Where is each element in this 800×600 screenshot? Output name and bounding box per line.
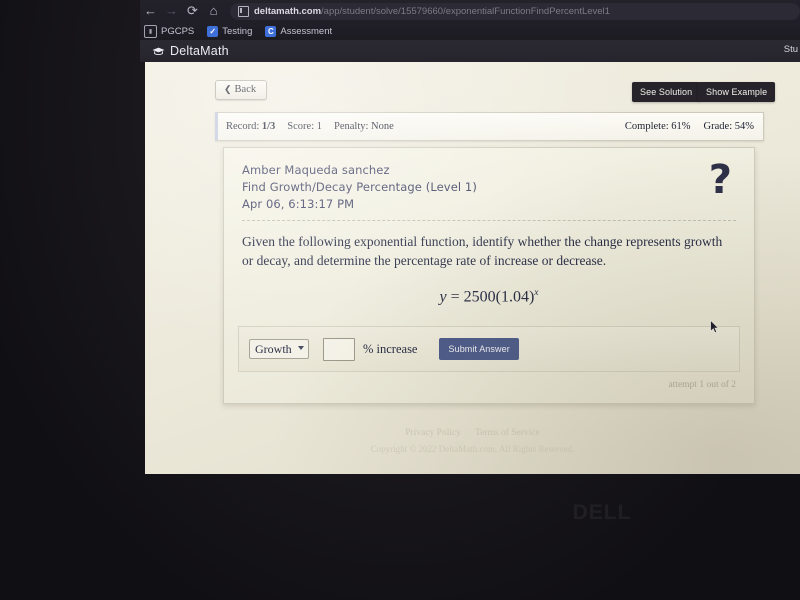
chevron-left-icon: ❮ (224, 84, 232, 94)
page-info-icon[interactable] (238, 5, 249, 17)
deltamath-logo[interactable]: DeltaMath (152, 44, 229, 58)
status-right-group: Complete: 61% Grade: 54% (625, 121, 754, 132)
url-text: deltamath.com/app/student/solve/15579660… (254, 6, 610, 17)
score-value: 1 (316, 121, 322, 132)
complete-label: Complete: (624, 121, 669, 132)
see-solution-button[interactable]: See Solution (632, 82, 701, 102)
bookmark-pgcps[interactable]: ▮ PGCPS (144, 24, 195, 38)
reload-icon[interactable]: ⟳ (182, 0, 203, 22)
student-menu[interactable]: Stu (784, 44, 798, 55)
assignment-title: Find Growth/Decay Percentage (Level 1) (242, 180, 477, 194)
forward-icon[interactable]: → (161, 0, 182, 22)
page-footer: Privacy Policy Terms of Service Copyrigh… (145, 428, 800, 454)
problem-meta: Amber Maqueda sanchez Find Growth/Decay … (242, 162, 477, 213)
penalty-label: Penalty: (334, 121, 369, 132)
web-page: ❮ Back See Solution Show Example Record: … (145, 62, 800, 474)
back-button-label: Back (234, 84, 257, 95)
brand-label: DeltaMath (170, 44, 229, 58)
equation-lhs: y (439, 288, 447, 306)
bookmark-label: Testing (222, 25, 253, 37)
answer-bar: GrowthDecay % increase Submit Answer (238, 326, 740, 372)
monitor-photo: DELL ← → ⟳ ⌂ deltamath.com/app/student/s… (0, 0, 800, 600)
equation-exponent: x (534, 288, 539, 298)
grade-label: Grade: (703, 121, 733, 132)
bookmarks-bar: ▮ PGCPS ✓ Testing C Assessment (144, 22, 332, 40)
percent-input[interactable] (323, 337, 355, 361)
problem-equation: y = 2500(1.04)x (224, 288, 754, 306)
score-label: Score: (287, 121, 315, 132)
privacy-policy-link[interactable]: Privacy Policy (405, 428, 461, 438)
copyright-text: Copyright © 2022 DeltaMath.com. All Righ… (370, 444, 575, 454)
equation-equals: = (450, 288, 460, 306)
growth-decay-wrapper: GrowthDecay (249, 339, 309, 359)
problem-prompt: Given the following exponential function… (242, 234, 723, 268)
home-icon[interactable]: ⌂ (203, 0, 224, 22)
record-label: Record: (226, 121, 260, 132)
growth-decay-select[interactable]: GrowthDecay (249, 339, 309, 359)
browser-nav-row: ← → ⟳ ⌂ deltamath.com/app/student/solve/… (140, 0, 800, 22)
grade-stat: Grade: 54% (704, 121, 754, 132)
url-path: /app/student/solve/15579660/exponentialF… (321, 5, 610, 17)
footer-links: Privacy Policy Terms of Service (145, 428, 800, 438)
grade-value: 54% (734, 121, 754, 132)
score-stat: Score: 1 (287, 121, 322, 132)
browser-chrome: ← → ⟳ ⌂ deltamath.com/app/student/solve/… (140, 0, 800, 40)
penalty-value: None (371, 121, 394, 132)
problem-card: Amber Maqueda sanchez Find Growth/Decay … (223, 147, 755, 404)
problem-timestamp: Apr 06, 6:13:17 PM (242, 197, 355, 211)
record-stat: Record: 1/3 (226, 121, 275, 132)
complete-value: 61% (671, 121, 691, 132)
card-divider (242, 220, 736, 221)
complete-stat: Complete: 61% (625, 121, 691, 132)
folder-icon: ▮ (144, 24, 157, 38)
bookmark-assessment[interactable]: C Assessment (265, 25, 333, 37)
record-value: 1/3 (261, 121, 276, 132)
back-button[interactable]: ❮ Back (215, 80, 268, 100)
c-letter-icon: C (265, 25, 277, 37)
terms-of-service-link[interactable]: Terms of Service (475, 428, 540, 438)
bookmark-label: Assessment (280, 25, 333, 37)
url-domain: deltamath.com (254, 5, 322, 17)
graduation-cap-icon (152, 47, 165, 56)
back-icon[interactable]: ← (140, 0, 161, 22)
check-badge-icon: ✓ (207, 25, 219, 37)
deltamath-appbar: DeltaMath Stu (140, 40, 800, 62)
status-left-group: Record: 1/3 Score: 1 Penalty: None (226, 121, 394, 132)
equation-coefficient: 2500(1.04) (463, 288, 535, 306)
show-example-button[interactable]: Show Example (698, 82, 776, 102)
dell-brand-logo: DELL (572, 501, 632, 524)
percent-label: % increase (363, 341, 418, 356)
question-mark-icon[interactable]: ? (709, 160, 732, 200)
address-bar[interactable]: deltamath.com/app/student/solve/15579660… (230, 2, 800, 20)
penalty-stat: Penalty: None (334, 121, 394, 132)
student-name: Amber Maqueda sanchez (242, 163, 390, 177)
submit-answer-button[interactable]: Submit Answer (439, 338, 519, 360)
bookmark-label: PGCPS (161, 25, 195, 37)
status-bar: Record: 1/3 Score: 1 Penalty: None Compl… (215, 112, 764, 141)
bookmark-testing[interactable]: ✓ Testing (207, 25, 253, 37)
attempt-counter: attempt 1 out of 2 (668, 380, 736, 390)
